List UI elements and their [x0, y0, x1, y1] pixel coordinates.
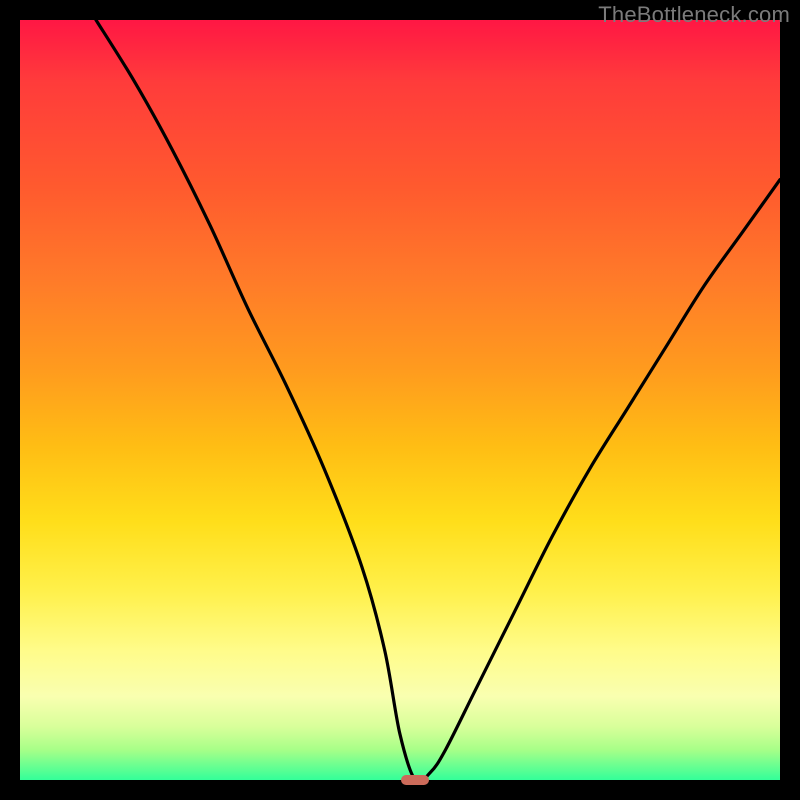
bottleneck-curve [20, 20, 780, 780]
plot-frame [20, 20, 780, 780]
optimal-marker [401, 775, 429, 785]
chart-stage: TheBottleneck.com [0, 0, 800, 800]
plot-area [20, 20, 780, 780]
watermark-text: TheBottleneck.com [598, 2, 790, 28]
